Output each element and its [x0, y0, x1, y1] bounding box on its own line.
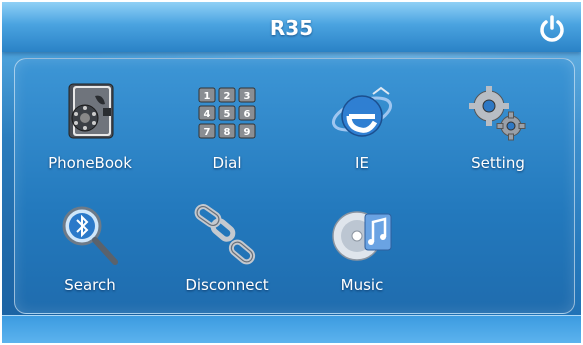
key-label: 9	[244, 127, 251, 138]
app-dial[interactable]: 1 2 3 4 5 6 7 8 9 Dial	[172, 78, 282, 172]
power-icon	[540, 15, 564, 42]
gears-icon	[469, 86, 526, 141]
app-label: IE	[355, 154, 369, 172]
app-ie[interactable]: IE	[307, 78, 417, 172]
internet-explorer-icon	[331, 86, 393, 137]
screen: R35 PhoneBook 1 2 3 4 5 6 7 8 9 Dial IE …	[0, 0, 583, 345]
keypad-icon: 1 2 3 4 5 6 7 8 9	[198, 87, 256, 139]
key-label: 5	[224, 109, 231, 120]
app-label: Disconnect	[185, 276, 269, 294]
key-label: 2	[224, 91, 231, 102]
app-music[interactable]: Music	[307, 200, 417, 294]
key-label: 8	[224, 127, 231, 138]
app-search[interactable]: Search	[35, 200, 145, 294]
title-bar: R35	[2, 2, 581, 52]
broken-chain-icon	[194, 204, 256, 265]
app-label: Music	[340, 276, 384, 294]
app-disconnect[interactable]: Disconnect	[172, 200, 282, 294]
key-label: 3	[244, 91, 251, 102]
key-label: 7	[204, 127, 211, 138]
music-cd-icon	[332, 211, 392, 261]
app-setting[interactable]: Setting	[443, 78, 553, 172]
bottom-bar	[2, 315, 581, 343]
app-label: Search	[64, 276, 116, 294]
app-label: Dial	[212, 154, 242, 172]
app-label: Setting	[471, 154, 525, 172]
key-label: 1	[204, 91, 211, 102]
key-label: 6	[244, 109, 251, 120]
page-title: R35	[269, 16, 314, 40]
app-phonebook[interactable]: PhoneBook	[35, 78, 145, 172]
phonebook-icon	[68, 83, 114, 139]
key-label: 4	[204, 109, 211, 120]
bluetooth-search-icon	[62, 206, 118, 265]
power-button[interactable]	[537, 14, 567, 44]
app-label: PhoneBook	[48, 154, 132, 172]
